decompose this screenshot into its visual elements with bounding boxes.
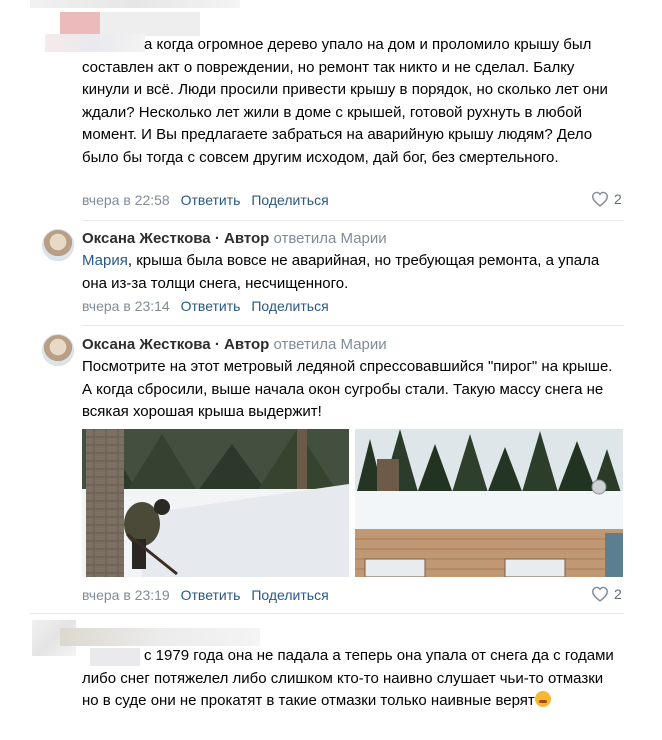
blurred-author-name — [60, 628, 260, 646]
reply-button[interactable]: Ответить — [181, 587, 241, 603]
tired-face-emoji-icon — [534, 691, 551, 707]
comment-text: а когда огромное дерево упало на дом и п… — [82, 36, 608, 166]
attached-photo[interactable] — [355, 429, 623, 577]
comment-meta: вчера в 23:19 Ответить Поделиться — [82, 587, 329, 603]
like-button[interactable]: 2 — [591, 586, 622, 602]
reply-button[interactable]: Ответить — [181, 192, 241, 208]
comment-text: Посмотрите на этот метровый ледяной спре… — [82, 358, 613, 420]
divider — [30, 613, 624, 614]
comment-text: Мария, крыша была вовсе не аварийная, но… — [82, 250, 622, 295]
like-button[interactable]: 2 — [591, 191, 622, 207]
replied-to[interactable]: ответила Марии — [274, 336, 387, 353]
comment-time[interactable]: вчера в 23:14 — [82, 298, 170, 314]
like-count: 2 — [614, 191, 622, 207]
comment-body: , крыша была вовсе не аварийная, но треб… — [82, 252, 600, 292]
attached-photo[interactable] — [82, 429, 349, 577]
comment-header: Оксана Жесткова · Автор ответила Марии — [82, 336, 387, 353]
blurred-author-name — [60, 12, 100, 36]
share-button[interactable]: Поделиться — [251, 587, 328, 603]
blurred-author-name — [100, 12, 200, 36]
blurred-author-name — [30, 0, 240, 8]
share-button[interactable]: Поделиться — [251, 298, 328, 314]
replied-to[interactable]: ответила Марии — [274, 230, 387, 247]
comment-header: Оксана Жесткова · Автор ответила Марии — [82, 230, 387, 247]
heart-icon — [591, 191, 609, 207]
avatar[interactable] — [42, 229, 74, 261]
avatar[interactable] — [42, 334, 74, 366]
like-count: 2 — [614, 586, 622, 602]
share-button[interactable]: Поделиться — [251, 192, 328, 208]
comment-time[interactable]: вчера в 22:58 — [82, 192, 170, 208]
comment-time[interactable]: вчера в 23:19 — [82, 587, 170, 603]
comment-body: с 1979 года она не падала а теперь она у… — [82, 647, 614, 709]
author-tag: · Автор — [214, 230, 270, 247]
author-name[interactable]: Оксана Жесткова — [82, 230, 211, 247]
author-name[interactable]: Оксана Жесткова — [82, 336, 211, 353]
mention-link[interactable]: Мария — [82, 252, 128, 269]
divider — [82, 220, 624, 221]
heart-icon — [591, 586, 609, 602]
reply-button[interactable]: Ответить — [181, 298, 241, 314]
divider — [82, 325, 624, 326]
comment-text: с 1979 года она не падала а теперь она у… — [82, 645, 622, 713]
comment-meta: вчера в 22:58 Ответить Поделиться — [82, 192, 329, 208]
author-tag: · Автор — [214, 336, 270, 353]
comment-meta: вчера в 23:14 Ответить Поделиться — [82, 298, 329, 314]
